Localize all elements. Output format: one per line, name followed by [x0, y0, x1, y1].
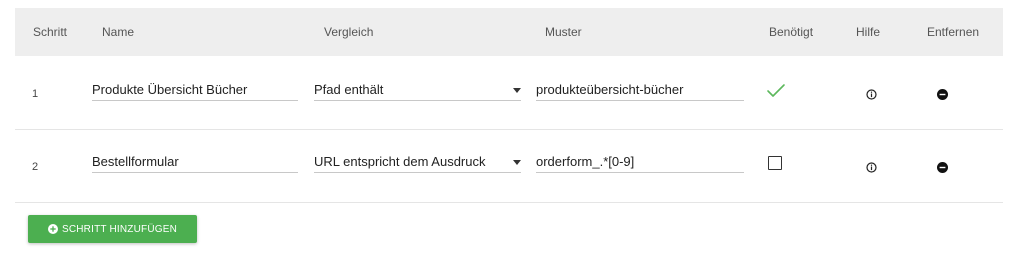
add-step-label: SCHRITT HINZUFÜGEN — [61, 223, 178, 235]
checkmark-icon[interactable] — [766, 83, 786, 99]
step-name-value: Bestellformular — [92, 154, 179, 169]
header-name: Name — [102, 25, 135, 39]
comparison-value: Pfad enthält — [314, 82, 384, 97]
funnel-steps-editor: Schritt Name Vergleich Muster Benötigt H… — [0, 0, 1024, 255]
pattern-input[interactable]: orderform_.*[0-9] — [536, 151, 744, 173]
comparison-select[interactable]: Pfad enthält — [314, 79, 521, 101]
header-remove: Entfernen — [927, 25, 980, 39]
minus-circle-icon[interactable] — [937, 160, 948, 178]
pattern-value: orderform_.*[0-9] — [536, 154, 635, 169]
header-help: Hilfe — [856, 25, 881, 39]
minus-circle-icon[interactable] — [937, 87, 948, 105]
table-row: 2 Bestellformular URL entspricht dem Aus… — [15, 130, 1003, 203]
step-number: 1 — [32, 88, 39, 100]
add-step-button[interactable]: SCHRITT HINZUFÜGEN — [28, 215, 197, 243]
comparison-select[interactable]: URL entspricht dem Ausdruck — [314, 151, 521, 173]
caret-down-icon — [513, 88, 521, 93]
step-name-input[interactable]: Bestellformular — [92, 151, 298, 173]
comparison-value: URL entspricht dem Ausdruck — [314, 154, 486, 169]
step-name-input[interactable]: Produkte Übersicht Bücher — [92, 79, 298, 101]
header-pattern: Muster — [545, 25, 582, 39]
plus-circle-icon — [47, 224, 58, 234]
pattern-value: produkteübersicht-bücher — [536, 82, 684, 97]
header-comparison: Vergleich — [324, 25, 374, 39]
step-number: 2 — [32, 161, 39, 173]
caret-down-icon — [513, 160, 521, 165]
header-required: Benötigt — [769, 25, 814, 39]
info-icon[interactable] — [866, 160, 877, 178]
table-row: 1 Produkte Übersicht Bücher Pfad enthält… — [15, 57, 1003, 130]
required-checkbox[interactable] — [768, 156, 782, 170]
pattern-input[interactable]: produkteübersicht-bücher — [536, 79, 744, 101]
info-icon[interactable] — [866, 87, 877, 105]
table-header: Schritt Name Vergleich Muster Benötigt H… — [15, 8, 1003, 56]
step-name-value: Produkte Übersicht Bücher — [92, 82, 248, 97]
header-step: Schritt — [33, 25, 68, 39]
